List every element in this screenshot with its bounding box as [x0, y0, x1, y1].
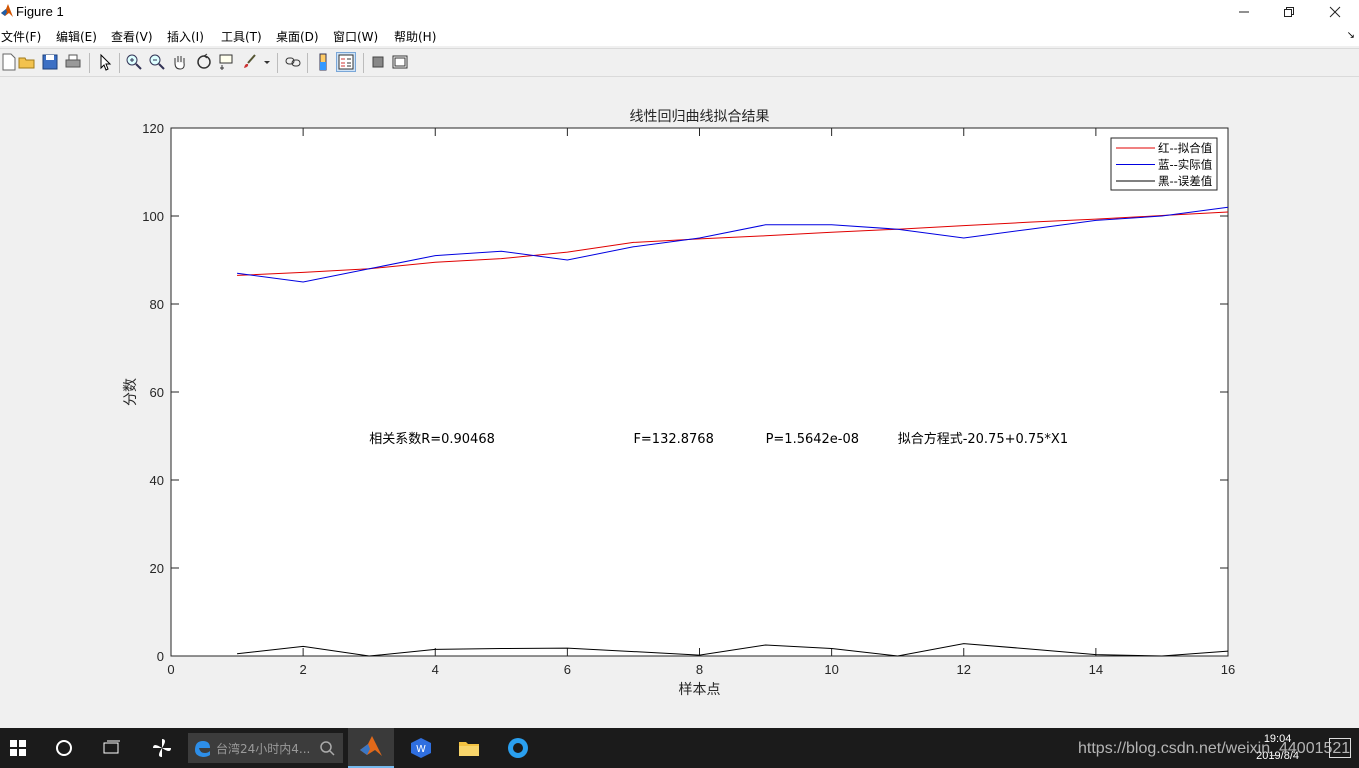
pan-hand-icon[interactable] [171, 53, 189, 71]
menu-tools[interactable]: 工具(T) [221, 28, 262, 45]
figure-canvas: 0 2 4 6 8 10 12 14 16 0 20 40 60 80 100 120 相关系数R=0.904… [0, 77, 1359, 728]
x-tick-label: 16 [1221, 662, 1235, 677]
y-tick-label: 120 [142, 121, 164, 136]
axes-background [170, 127, 1229, 657]
link-plot-icon[interactable] [284, 53, 302, 71]
search-icon [320, 741, 335, 756]
legend-label: 红--拟合值 [1158, 141, 1213, 155]
wps-icon: W [411, 738, 431, 758]
menu-bar: 文件(F) 编辑(E) 查看(V) 插入(I) 工具(T) 桌面(D) 窗口(W… [0, 24, 1359, 46]
y-tick-label: 100 [142, 209, 164, 224]
windows-start-icon [10, 740, 26, 756]
chevron-down-icon[interactable] [262, 53, 272, 71]
minimize-icon [1239, 11, 1249, 13]
menu-window[interactable]: 窗口(W) [333, 28, 378, 45]
legend-icon[interactable] [336, 52, 356, 72]
title-bar: Figure 1 [0, 0, 1359, 24]
search-text: 台湾24小时内4... [216, 741, 311, 756]
brush-icon[interactable] [241, 53, 259, 71]
menu-help[interactable]: 帮助(H) [394, 28, 436, 45]
x-tick-label: 4 [432, 662, 439, 677]
y-tick-label: 80 [150, 297, 164, 312]
dock-arrow-icon[interactable]: ↘ [1347, 30, 1355, 41]
close-icon [1329, 6, 1341, 18]
cortana-button[interactable] [44, 728, 84, 768]
y-tick-label: 60 [150, 385, 164, 400]
colorbar-icon[interactable] [314, 53, 332, 71]
taskbar-file-explorer[interactable] [446, 728, 492, 768]
minimize-button[interactable] [1221, 0, 1267, 24]
window-title: Figure 1 [16, 4, 64, 19]
x-tick-label: 14 [1089, 662, 1103, 677]
show-plot-tools-icon[interactable] [391, 53, 409, 71]
zoom-in-icon[interactable] [125, 53, 143, 71]
csdn-watermark: https://blog.csdn.net/weixin_44001521 [1078, 740, 1351, 757]
legend-label: 黑--误差值 [1158, 174, 1213, 188]
menu-file[interactable]: 文件(F) [1, 28, 41, 45]
menu-desktop[interactable]: 桌面(D) [276, 28, 319, 45]
print-icon[interactable] [64, 53, 82, 71]
x-tick-label: 0 [167, 662, 174, 677]
select-arrow-icon[interactable] [96, 53, 114, 71]
taskbar-browser-app[interactable] [495, 728, 541, 768]
x-tick-label: 10 [824, 662, 838, 677]
pinwheel-app-icon [153, 739, 171, 757]
x-tick-label: 12 [957, 662, 971, 677]
y-tick-label: 0 [157, 649, 164, 664]
legend-box[interactable]: 红--拟合值蓝--实际值黑--误差值 [1110, 137, 1218, 191]
zoom-out-icon[interactable] [148, 53, 166, 71]
menu-edit[interactable]: 编辑(E) [56, 28, 97, 45]
taskbar-search[interactable]: 台湾24小时内4... [188, 733, 343, 763]
x-tick-label: 8 [696, 662, 703, 677]
figure-toolbar [0, 48, 1359, 77]
matlab-icon [360, 736, 382, 756]
taskbar-wps[interactable]: W [398, 728, 444, 768]
annotation-text: P=1.5642e-08 [766, 432, 859, 447]
menu-insert[interactable]: 插入(I) [167, 28, 204, 45]
svg-text:W: W [416, 744, 426, 755]
restore-icon [1284, 7, 1294, 17]
x-tick-label: 2 [300, 662, 307, 677]
cortana-circle-icon [56, 740, 72, 756]
close-button[interactable] [1312, 0, 1358, 24]
rotate-3d-icon[interactable] [195, 53, 213, 71]
edge-icon [195, 741, 210, 757]
save-icon[interactable] [41, 53, 59, 71]
y-axis-label: 分数 [123, 378, 139, 406]
x-tick-label: 6 [564, 662, 571, 677]
start-button[interactable] [0, 728, 36, 768]
task-view-icon [103, 740, 120, 754]
x-axis-label: 样本点 [679, 682, 721, 698]
annotation-text: F=132.8768 [633, 432, 713, 447]
restore-button[interactable] [1266, 0, 1312, 24]
annotation-text: 拟合方程式-20.75+0.75*X1 [898, 431, 1068, 447]
task-view-button[interactable] [92, 728, 132, 768]
taskbar-matlab[interactable] [348, 728, 394, 768]
new-figure-icon[interactable] [0, 53, 18, 71]
matlab-logo-icon [1, 4, 13, 17]
y-tick-label: 20 [150, 561, 164, 576]
y-tick-label: 40 [150, 473, 164, 488]
open-icon[interactable] [18, 53, 36, 71]
plot-svg[interactable]: 0 2 4 6 8 10 12 14 16 0 20 40 60 80 100 120 相关系数R=0.904… [0, 77, 1359, 728]
data-cursor-icon[interactable] [218, 53, 236, 71]
legend-label: 蓝--实际值 [1158, 158, 1213, 172]
pinwheel-app-button[interactable] [142, 728, 182, 768]
annotation-text: 相关系数R=0.90468 [369, 432, 495, 447]
chart-title: 线性回归曲线拟合结果 [630, 108, 770, 125]
menu-view[interactable]: 查看(V) [111, 28, 153, 45]
browser-app-icon [508, 738, 528, 758]
file-explorer-icon [459, 742, 479, 756]
hide-plot-tools-icon[interactable] [369, 53, 387, 71]
